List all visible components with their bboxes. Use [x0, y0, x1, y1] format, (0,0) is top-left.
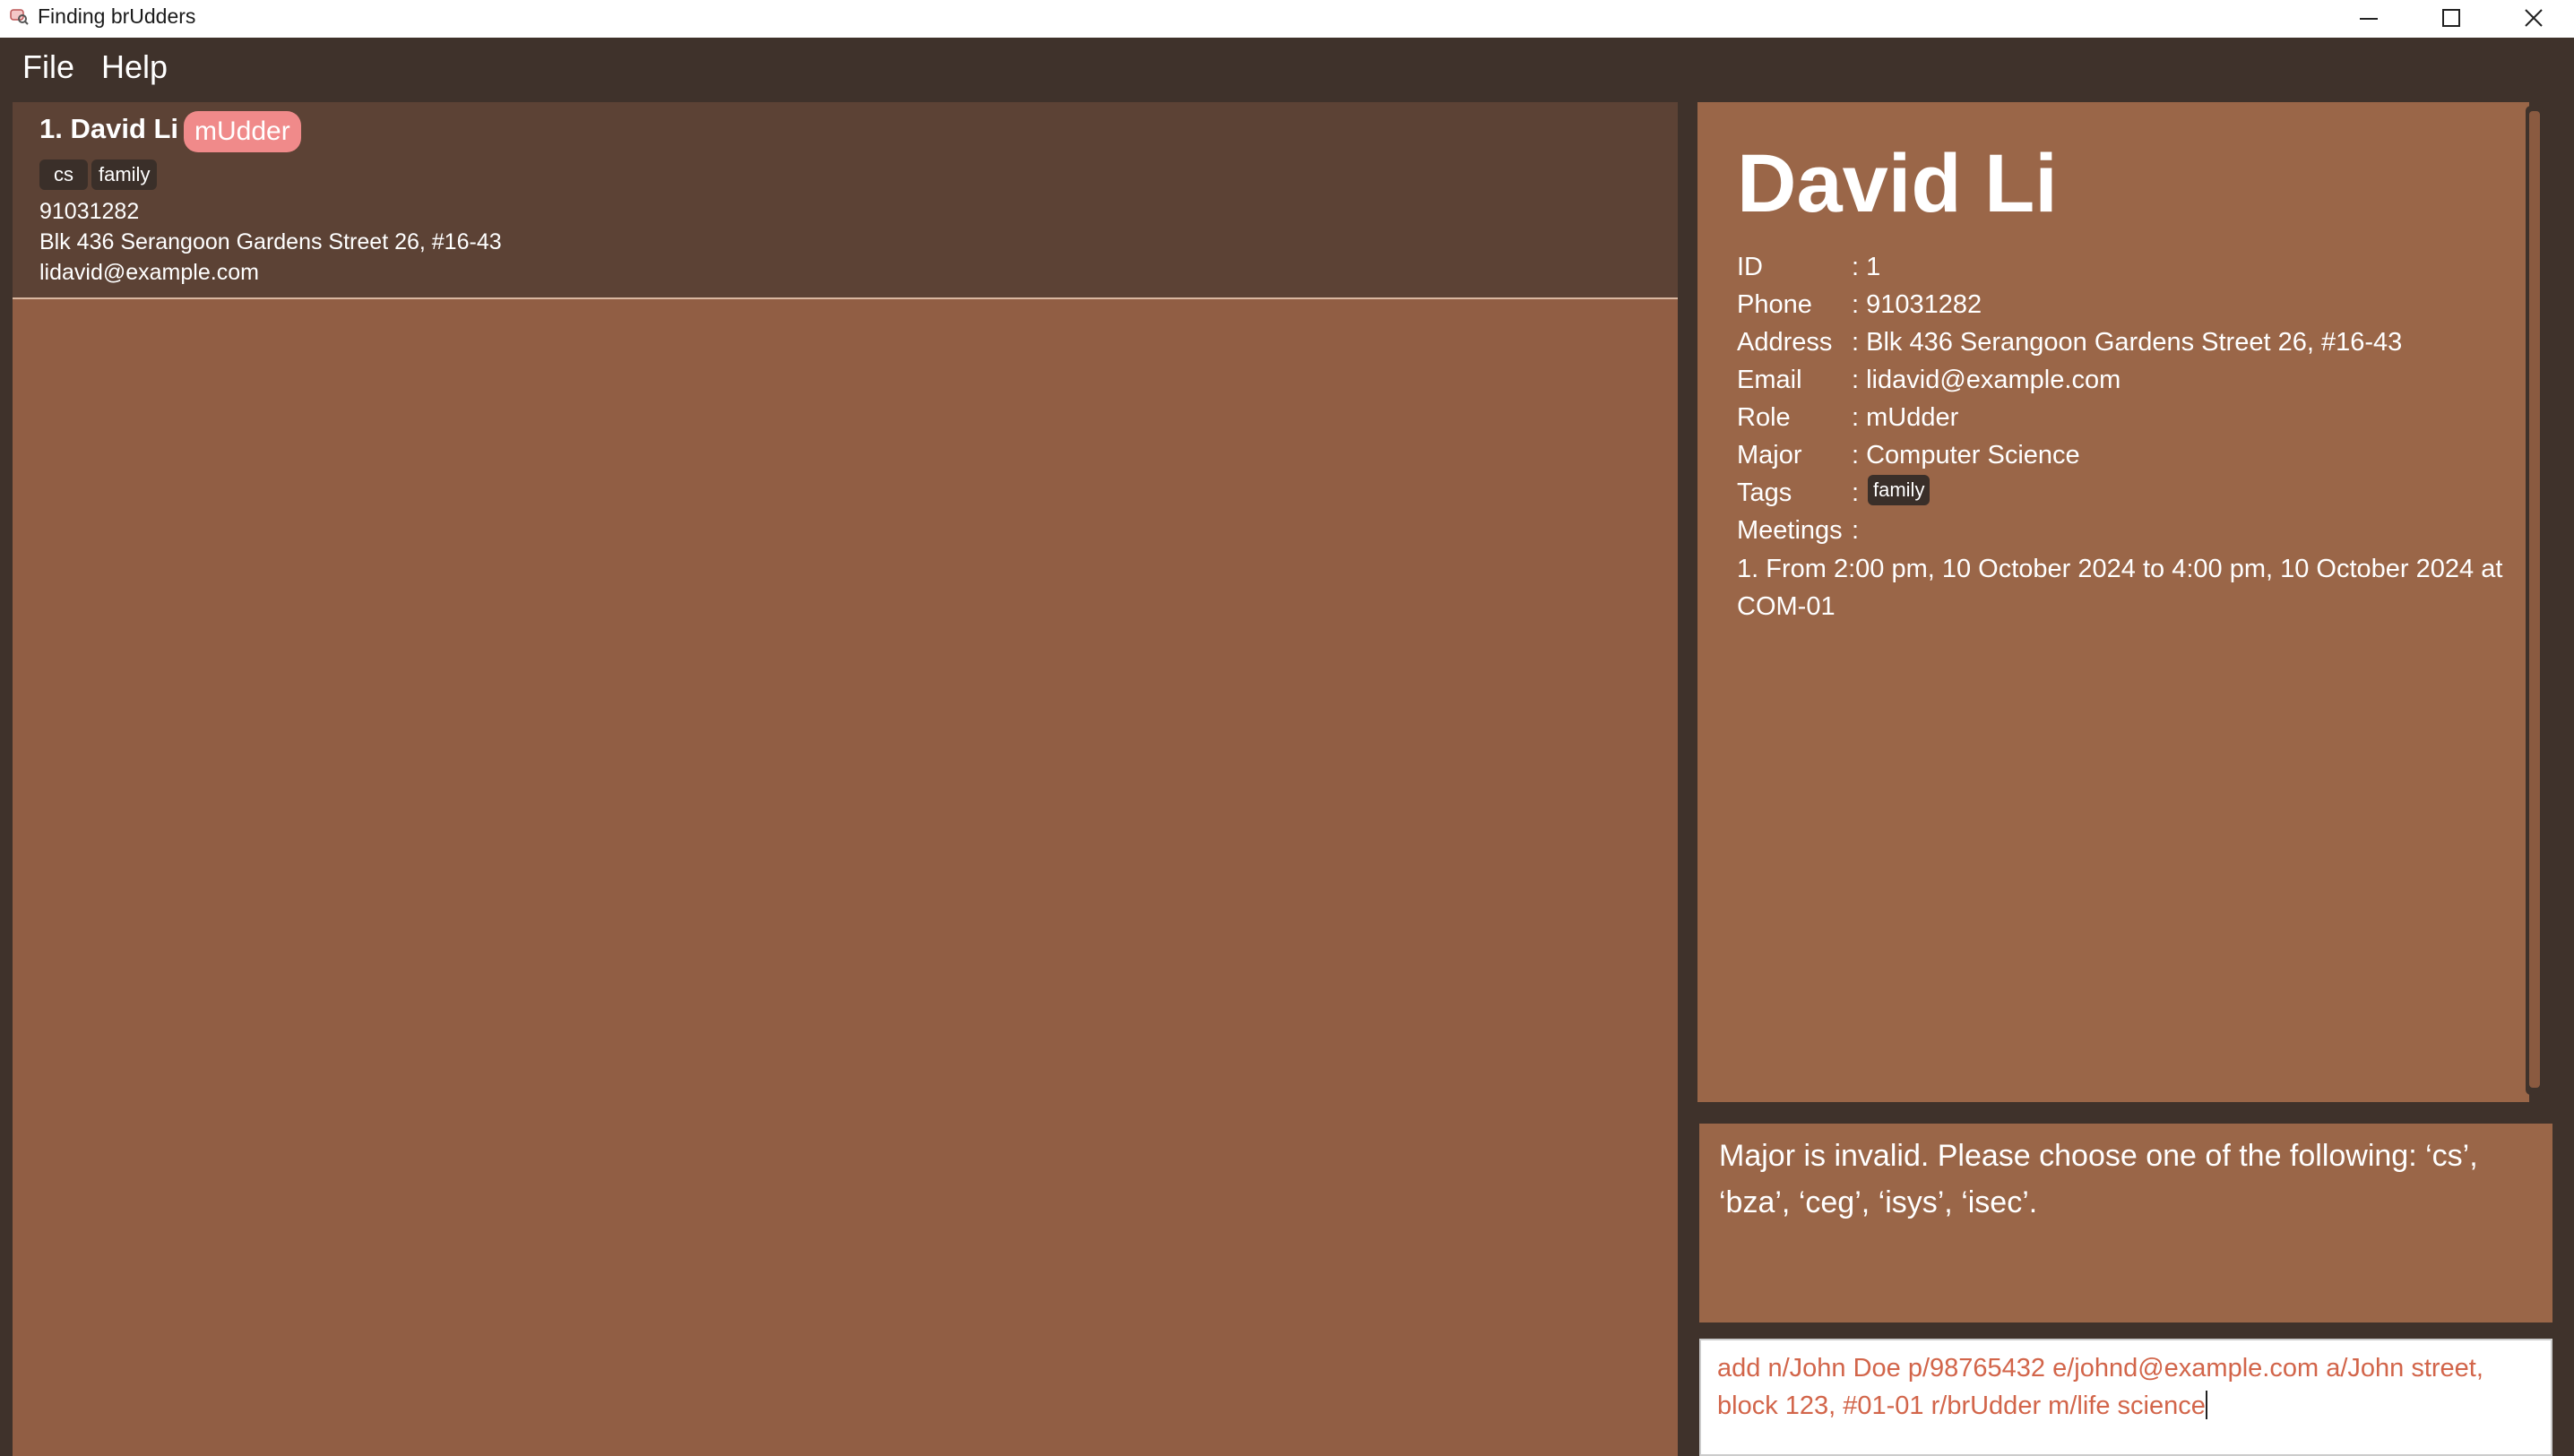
field-label-address: Address [1737, 328, 1833, 357]
person-address: Blk 436 Serangoon Gardens Street 26, #16… [39, 229, 502, 254]
close-button[interactable] [2492, 0, 2574, 38]
minimize-icon [2360, 18, 2378, 20]
person-phone: 91031282 [39, 199, 140, 224]
detail-scrollbar[interactable] [2526, 106, 2544, 1095]
meeting-item: 1. From 2:00 pm, 10 October 2024 to 4:00… [1737, 555, 2503, 621]
menu-bar: File Help [0, 38, 2574, 100]
field-label-email: Email [1737, 366, 1802, 394]
field-value-address: : Blk 436 Serangoon Gardens Street 26, #… [1852, 328, 2403, 357]
cow-search-icon [10, 9, 29, 25]
field-label-role: Role [1737, 403, 1791, 432]
field-value-major: : Computer Science [1852, 441, 2080, 470]
tag-list: cs family [39, 159, 160, 192]
title-bar: Finding brUdders [0, 0, 2574, 38]
tag: family [91, 159, 158, 190]
field-value-tags: : [1852, 478, 1860, 507]
menu-help[interactable]: Help [101, 48, 168, 86]
field-label-id: ID [1737, 253, 1763, 281]
menu-file[interactable]: File [22, 48, 74, 86]
person-list-panel: 1. David Li mUdder cs family 91031282 Blk… [13, 102, 1678, 1456]
person-email: lidavid@example.com [39, 260, 259, 285]
person-name: 1. David Li [39, 113, 179, 144]
window-title: Finding brUdders [38, 4, 196, 28]
command-value: add n/John Doe p/98765432 e/johnd@exampl… [1717, 1354, 2483, 1420]
field-value-email: : lidavid@example.com [1852, 366, 2121, 394]
person-card[interactable]: 1. David Li mUdder cs family 91031282 Blk… [13, 102, 1678, 299]
role-badge: mUdder [184, 111, 301, 152]
field-label-phone: Phone [1737, 290, 1812, 319]
minimize-button[interactable] [2327, 0, 2409, 38]
result-message: Major is invalid. Please choose one of t… [1719, 1139, 2478, 1219]
close-icon [2525, 9, 2543, 27]
field-value-id: : 1 [1852, 253, 1881, 281]
field-label-tags: Tags [1737, 478, 1792, 507]
maximize-icon [2442, 9, 2460, 27]
text-caret [2205, 1391, 2207, 1419]
field-value-phone: : 91031282 [1852, 290, 1982, 319]
command-input[interactable]: add n/John Doe p/98765432 e/johnd@exampl… [1699, 1339, 2552, 1456]
detail-name: David Li [1737, 138, 2058, 229]
major-tag: cs [39, 159, 88, 190]
field-value-role: : mUdder [1852, 403, 1959, 432]
field-value-meetings: : [1852, 516, 1860, 545]
command-text[interactable]: add n/John Doe p/98765432 e/johnd@exampl… [1717, 1349, 2524, 1425]
field-label-meetings: Meetings [1737, 516, 1843, 545]
result-display: Major is invalid. Please choose one of t… [1699, 1124, 2552, 1322]
maximize-button[interactable] [2409, 0, 2492, 38]
scrollbar-thumb[interactable] [2529, 111, 2540, 1088]
detail-tag: family [1868, 475, 1930, 505]
field-label-major: Major [1737, 441, 1802, 470]
